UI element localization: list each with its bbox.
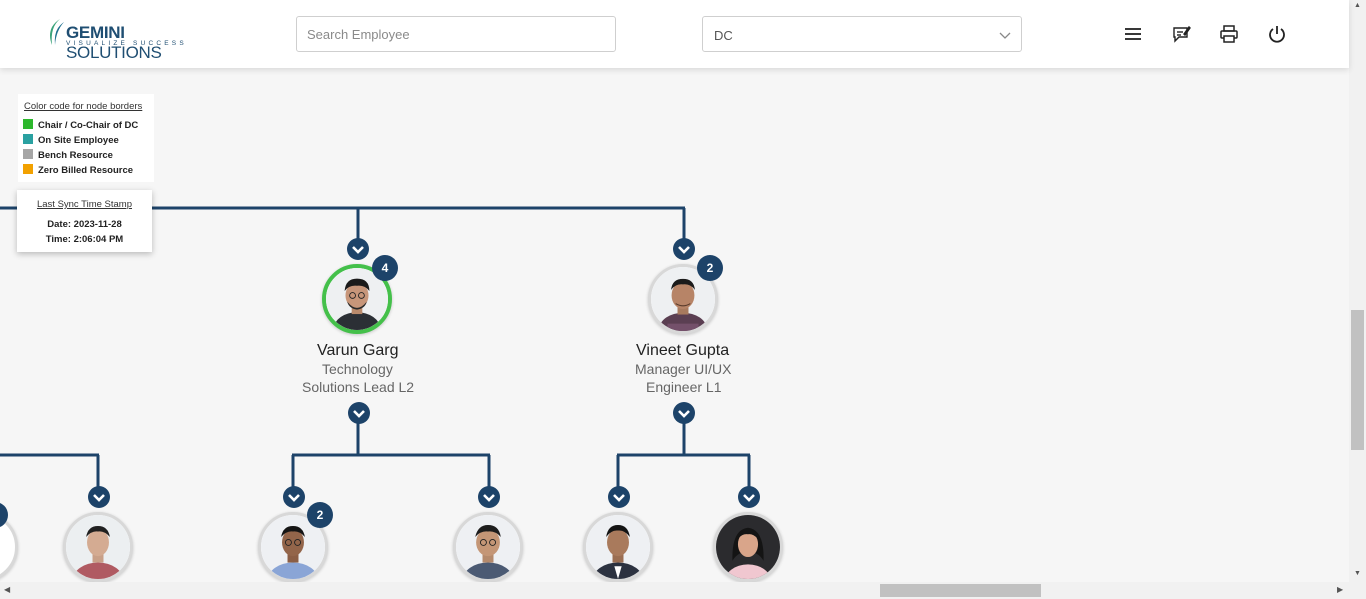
- employee-role-line2: Solutions Lead L2: [302, 379, 415, 395]
- chevron-down-icon: [743, 494, 755, 502]
- leaf-icon: [50, 19, 64, 45]
- menu-icon[interactable]: [1123, 24, 1143, 44]
- legend-swatch: [23, 119, 33, 129]
- employee-role-line1: Technology: [322, 361, 393, 377]
- employee-avatar-child[interactable]: [63, 512, 133, 582]
- legend-label: Zero Billed Resource: [38, 165, 134, 176]
- expand-toggle-vineet-top[interactable]: [673, 238, 695, 260]
- scroll-down-arrow-icon[interactable]: ▼: [1354, 570, 1361, 577]
- power-icon[interactable]: [1267, 24, 1287, 44]
- employee-name[interactable]: Varun Garg: [317, 342, 399, 360]
- expand-toggle-child[interactable]: [478, 486, 500, 508]
- expand-toggle-vineet-children[interactable]: [673, 402, 695, 424]
- chevron-down-icon: [613, 494, 625, 502]
- chevron-down-icon: [678, 246, 690, 254]
- scroll-left-arrow-icon[interactable]: ◀: [4, 585, 10, 594]
- legend-swatch: [23, 164, 33, 174]
- dc-select-value: DC: [714, 28, 733, 43]
- expand-toggle-child[interactable]: [283, 486, 305, 508]
- vertical-scroll-thumb[interactable]: [1351, 310, 1364, 450]
- legend-swatch: [23, 134, 33, 144]
- feedback-icon[interactable]: [1171, 24, 1191, 44]
- search-employee-input[interactable]: [296, 16, 616, 52]
- horizontal-scrollbar[interactable]: ◀ ▶: [0, 582, 1349, 599]
- reports-count-badge: 2: [697, 255, 723, 281]
- horizontal-scroll-thumb[interactable]: [880, 584, 1041, 597]
- legend-swatch: [23, 149, 33, 159]
- scrollbar-corner: [1349, 582, 1366, 599]
- employee-avatar-child[interactable]: [713, 512, 783, 582]
- expand-toggle-child[interactable]: [738, 486, 760, 508]
- person-photo: [66, 515, 130, 579]
- employee-role-line2: Engineer L1: [646, 379, 722, 395]
- employee-avatar-child[interactable]: [583, 512, 653, 582]
- sync-time: Time: 2:06:04 PM: [45, 234, 124, 245]
- chevron-down-icon: [678, 410, 690, 418]
- vertical-scrollbar[interactable]: ▲ ▼: [1349, 0, 1366, 582]
- person-photo: [716, 515, 780, 579]
- chevron-down-icon: [352, 246, 364, 254]
- sync-date: Date: 2023-11-28: [47, 219, 122, 230]
- logo-tagline: VISUALIZE SUCCESS: [66, 40, 187, 47]
- person-photo: [586, 515, 650, 579]
- chevron-down-icon: [483, 494, 495, 502]
- employee-avatar-child[interactable]: [453, 512, 523, 582]
- legend-title: Color code for node borders: [24, 101, 143, 112]
- legend-label: On Site Employee: [38, 135, 119, 146]
- last-sync-panel: Last Sync Time Stamp Date: 2023-11-28 Ti…: [17, 190, 152, 252]
- gemini-solutions-logo[interactable]: GEMINI SOLUTIONS VISUALIZE SUCCESS: [46, 17, 216, 62]
- scroll-up-arrow-icon[interactable]: ▲: [1354, 2, 1361, 9]
- border-color-legend: Color code for node borders Chair / Co-C…: [18, 94, 154, 182]
- dc-select[interactable]: DC: [702, 16, 1022, 52]
- sync-title: Last Sync Time Stamp: [36, 199, 133, 210]
- chevron-down-icon: [93, 494, 105, 502]
- top-header: GEMINI SOLUTIONS VISUALIZE SUCCESS DC: [0, 0, 1349, 68]
- expand-toggle-varun-top[interactable]: [347, 238, 369, 260]
- expand-toggle-child[interactable]: [608, 486, 630, 508]
- reports-count-badge: 2: [307, 502, 333, 528]
- employee-role-line1: Manager UI/UX: [635, 361, 732, 377]
- person-photo: [456, 515, 520, 579]
- legend-label: Bench Resource: [38, 150, 113, 161]
- expand-toggle-child[interactable]: [88, 486, 110, 508]
- employee-name[interactable]: Vineet Gupta: [636, 342, 729, 360]
- chevron-down-icon: [999, 32, 1011, 39]
- chevron-down-icon: [288, 494, 300, 502]
- legend-label: Chair / Co-Chair of DC: [38, 120, 139, 131]
- reports-count-badge: 4: [372, 255, 398, 281]
- expand-toggle-varun-children[interactable]: [348, 402, 370, 424]
- chevron-down-icon: [353, 410, 365, 418]
- scroll-right-arrow-icon[interactable]: ▶: [1337, 585, 1343, 594]
- print-icon[interactable]: [1219, 24, 1239, 44]
